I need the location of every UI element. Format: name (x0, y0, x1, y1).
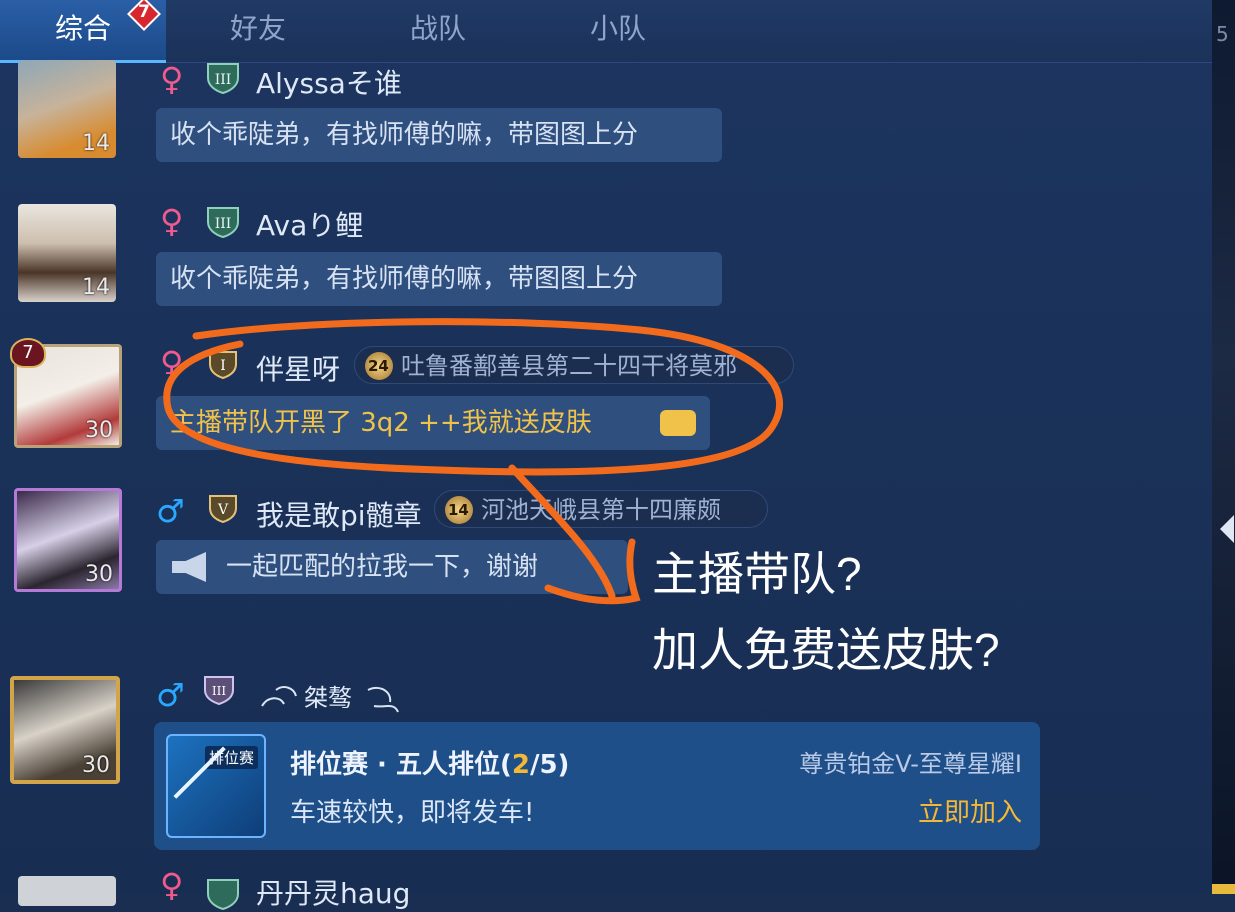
highlight-circle-annotation (163, 318, 783, 605)
annotation-line-1: 主播带队? (652, 548, 862, 600)
annotation-line-2: 加人免费送皮肤? (652, 624, 1000, 676)
